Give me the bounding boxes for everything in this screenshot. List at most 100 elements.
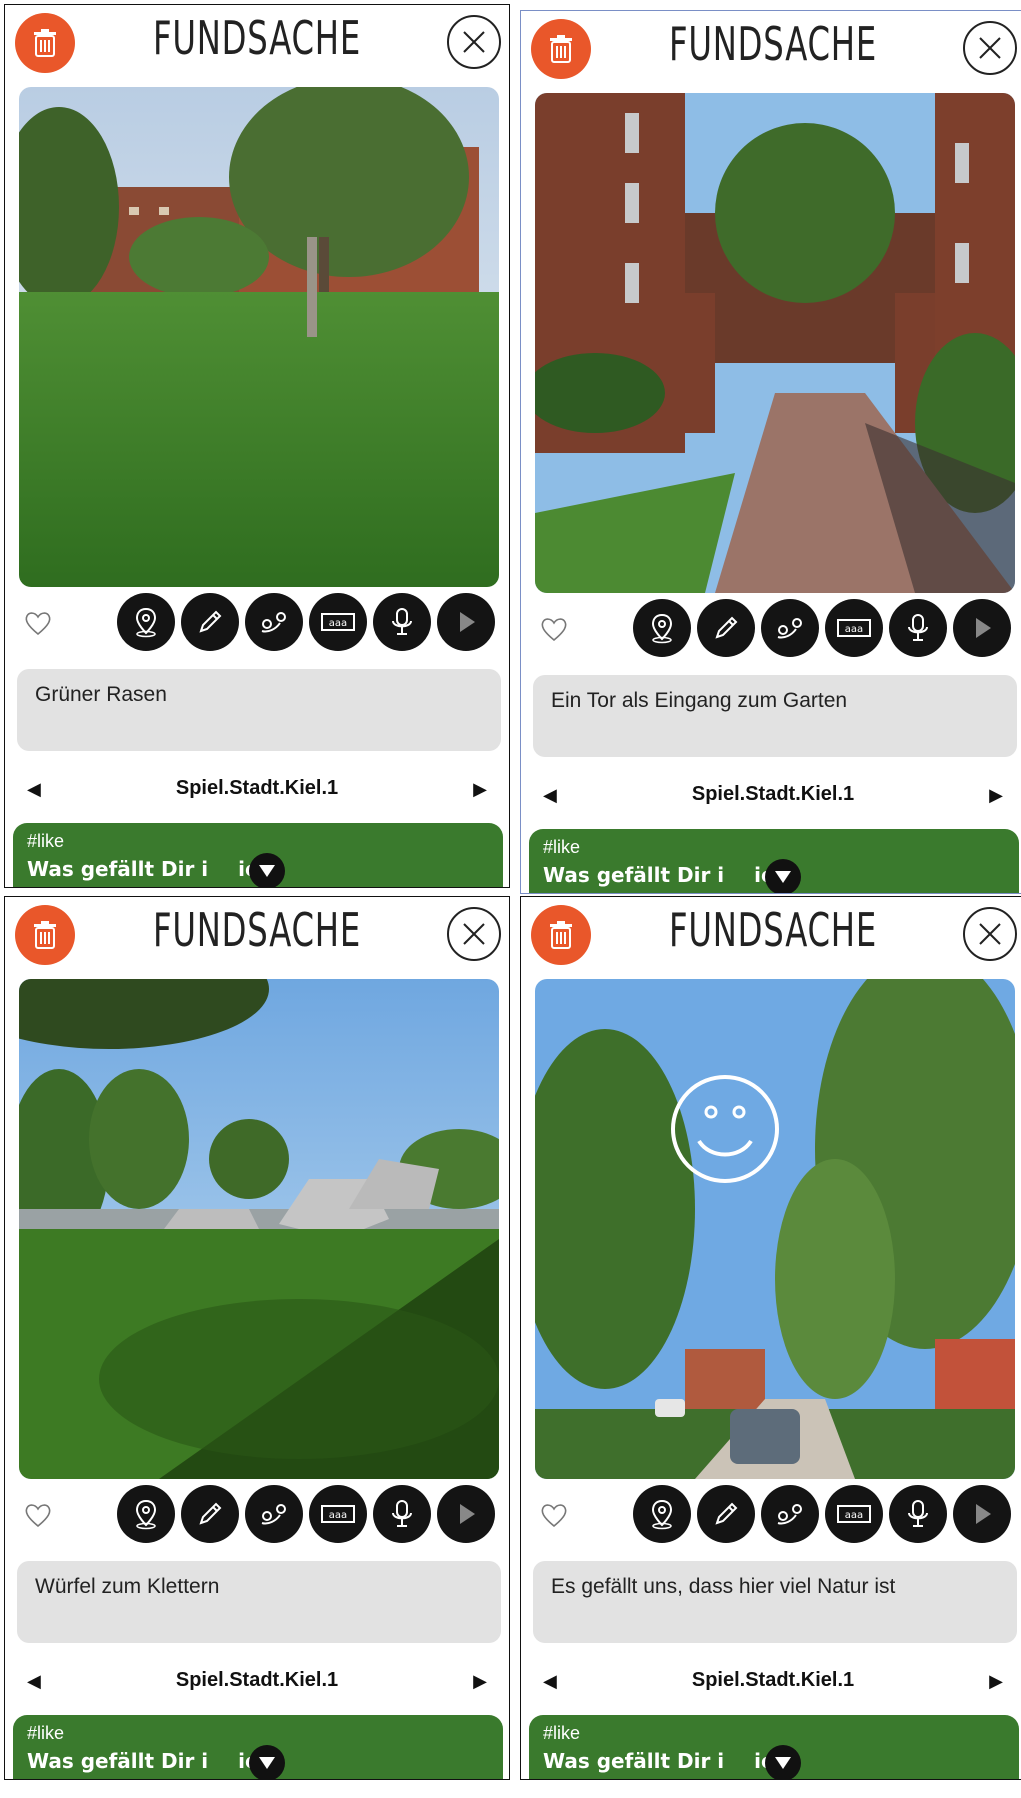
caption-field[interactable]: Es gefällt uns, dass hier viel Natur ist <box>533 1561 1017 1643</box>
next-arrow-icon[interactable]: ▶ <box>473 1671 487 1692</box>
like-button[interactable] <box>23 609 53 637</box>
place-name: Spiel.Stadt.Kiel.1 <box>691 783 855 805</box>
play-icon <box>460 612 475 632</box>
panel-4: FUNDSACHE aaa Es gefällt uns, dass hier … <box>520 896 1021 1780</box>
page-title: FUNDSACHE <box>668 903 878 957</box>
screenshot-grid: FUNDSACHE aaa Grüner Rasen ◀ Spiel.Stadt… <box>0 0 1021 1798</box>
chevron-down-icon <box>259 1757 275 1769</box>
route-button[interactable] <box>761 599 819 657</box>
header: FUNDSACHE <box>521 11 1021 91</box>
question-card[interactable]: #like Was gefällt Dir iiel- <box>529 829 1019 893</box>
location-button[interactable] <box>633 599 691 657</box>
tool-buttons: aaa <box>633 599 1011 657</box>
play-button[interactable] <box>437 1485 495 1543</box>
toolbar: aaa <box>5 593 509 653</box>
close-button[interactable] <box>963 907 1017 961</box>
photo-street-nature <box>535 979 1015 1479</box>
svg-text:aaa: aaa <box>845 1510 863 1521</box>
page-title: FUNDSACHE <box>152 11 362 65</box>
pencil-icon <box>715 616 738 639</box>
edit-button[interactable] <box>697 599 755 657</box>
caption-text: Es gefällt uns, dass hier viel Natur ist <box>551 1575 896 1598</box>
like-button[interactable] <box>23 1501 53 1529</box>
close-button[interactable] <box>963 21 1017 75</box>
like-button[interactable] <box>539 1501 569 1529</box>
pencil-icon <box>199 1502 222 1525</box>
abc-text-icon: aaa <box>321 1505 355 1523</box>
toolbar: aaa <box>5 1485 509 1545</box>
microphone-icon <box>908 614 928 641</box>
abc-text-icon: aaa <box>837 1505 871 1523</box>
edit-button[interactable] <box>697 1485 755 1543</box>
caption-field[interactable]: Grüner Rasen <box>17 669 501 751</box>
place-navigator: ◀ Spiel.Stadt.Kiel.1 ▶ <box>521 775 1021 815</box>
chevron-down-icon <box>259 865 275 877</box>
play-button[interactable] <box>953 1485 1011 1543</box>
audio-button[interactable] <box>889 1485 947 1543</box>
toolbar: aaa <box>521 1485 1021 1545</box>
route-button[interactable] <box>761 1485 819 1543</box>
question-card[interactable]: #like Was gefällt Dir iiel- <box>13 1715 503 1779</box>
text-button[interactable]: aaa <box>825 599 883 657</box>
question-card[interactable]: #like Was gefällt Dir iiel- <box>13 823 503 887</box>
hashtag: #like <box>27 831 65 851</box>
expand-button[interactable] <box>765 1745 801 1779</box>
route-button[interactable] <box>245 593 303 651</box>
audio-button[interactable] <box>373 593 431 651</box>
question-card[interactable]: #like Was gefällt Dir iiel- <box>529 1715 1019 1779</box>
header: FUNDSACHE <box>5 897 509 977</box>
route-icon <box>261 612 286 633</box>
panel-1: FUNDSACHE aaa Grüner Rasen ◀ Spiel.Stadt… <box>4 4 510 888</box>
close-icon <box>979 37 1001 59</box>
question-head: Was gefällt Dir i <box>543 1749 725 1773</box>
text-button[interactable]: aaa <box>825 1485 883 1543</box>
svg-text:aaa: aaa <box>329 1510 347 1521</box>
caption-text: Würfel zum Klettern <box>35 1575 220 1598</box>
location-pin-icon <box>135 1499 157 1530</box>
question-head: Was gefällt Dir i <box>27 1749 209 1773</box>
audio-button[interactable] <box>889 599 947 657</box>
close-button[interactable] <box>447 907 501 961</box>
abc-text-icon: aaa <box>837 619 871 637</box>
route-icon <box>261 1504 286 1525</box>
like-button[interactable] <box>539 615 569 643</box>
microphone-icon <box>392 1500 412 1527</box>
expand-button[interactable] <box>249 853 285 887</box>
microphone-icon <box>908 1500 928 1527</box>
microphone-icon <box>392 608 412 635</box>
play-button[interactable] <box>953 599 1011 657</box>
photo-garden-gate <box>535 93 1015 593</box>
header: FUNDSACHE <box>5 5 509 85</box>
caption-field[interactable]: Würfel zum Klettern <box>17 1561 501 1643</box>
location-button[interactable] <box>117 593 175 651</box>
text-button[interactable]: aaa <box>309 593 367 651</box>
location-button[interactable] <box>633 1485 691 1543</box>
expand-button[interactable] <box>249 1745 285 1779</box>
location-pin-icon <box>651 1499 673 1530</box>
close-button[interactable] <box>447 15 501 69</box>
pencil-icon <box>715 1502 738 1525</box>
chevron-down-icon <box>775 871 791 883</box>
next-arrow-icon[interactable]: ▶ <box>989 785 1003 806</box>
place-name: Spiel.Stadt.Kiel.1 <box>691 1669 855 1691</box>
edit-button[interactable] <box>181 593 239 651</box>
photo-lawn <box>19 87 499 587</box>
edit-button[interactable] <box>181 1485 239 1543</box>
audio-button[interactable] <box>373 1485 431 1543</box>
next-arrow-icon[interactable]: ▶ <box>989 1671 1003 1692</box>
trash-icon <box>34 921 56 949</box>
pencil-icon <box>199 610 222 633</box>
play-button[interactable] <box>437 593 495 651</box>
expand-button[interactable] <box>765 859 801 893</box>
caption-field[interactable]: Ein Tor als Eingang zum Garten <box>533 675 1017 757</box>
route-button[interactable] <box>245 1485 303 1543</box>
caption-text: Ein Tor als Eingang zum Garten <box>551 689 848 712</box>
heart-icon <box>541 1504 567 1528</box>
tool-buttons: aaa <box>117 593 495 651</box>
close-icon <box>463 923 485 945</box>
location-pin-icon <box>135 607 157 638</box>
location-button[interactable] <box>117 1485 175 1543</box>
place-navigator: ◀ Spiel.Stadt.Kiel.1 ▶ <box>5 769 509 809</box>
next-arrow-icon[interactable]: ▶ <box>473 779 487 800</box>
text-button[interactable]: aaa <box>309 1485 367 1543</box>
